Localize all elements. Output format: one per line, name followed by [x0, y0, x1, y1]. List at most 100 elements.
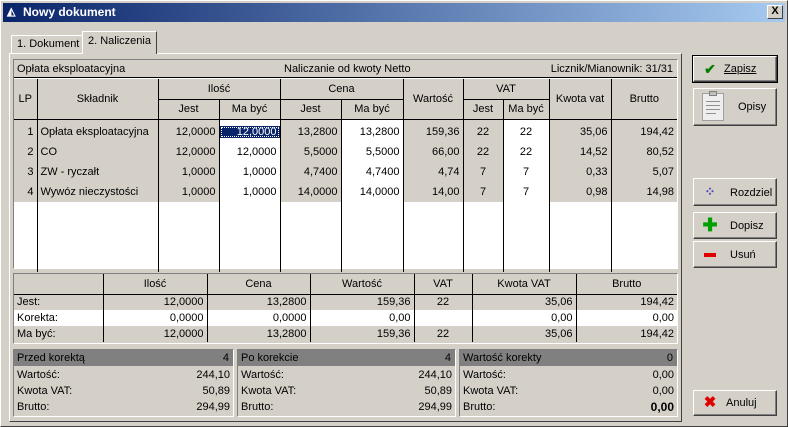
- panel-row-label: Brutto:: [241, 401, 274, 413]
- cell-ilosc-ma-byc[interactable]: 12,0000: [219, 142, 281, 162]
- panel-row: Kwota VAT: 50,89: [241, 383, 452, 400]
- col-skladnik[interactable]: Składnik: [37, 79, 159, 120]
- cell-cena-ma-byc[interactable]: 14,0000: [341, 182, 404, 202]
- cell-vat-jest: 22: [463, 122, 504, 142]
- col-kwota-vat[interactable]: Kwota vat: [549, 79, 612, 120]
- panel-row: Wartość: 244,10: [241, 367, 452, 384]
- panel-row-value: 0,00: [652, 385, 674, 397]
- panel-title: Po korekcie: [241, 352, 299, 364]
- panel-count: 0: [666, 352, 673, 364]
- cell-lp: 4: [14, 182, 38, 202]
- cell-ilosc-ma-byc[interactable]: 12,0000: [219, 122, 281, 142]
- cell-cena-ma-byc[interactable]: 5,5000: [341, 142, 404, 162]
- selected-cell-value[interactable]: 12,0000: [219, 126, 279, 138]
- summary-cell: 12,0000: [102, 294, 207, 310]
- tab-dokument[interactable]: 1. Dokument: [11, 35, 86, 54]
- panel-count: 4: [222, 352, 229, 364]
- cell-wartosc: 4,74: [403, 162, 464, 182]
- panel-count: 4: [444, 352, 451, 364]
- col-ilosc-ma-byc[interactable]: Ma być: [219, 99, 281, 120]
- cell-vat-ma-byc[interactable]: 22: [503, 142, 550, 162]
- table-row[interactable]: 3 ZW - ryczałt 1,0000 1,0000 4,7400 4,74…: [14, 162, 678, 182]
- summary-cell: 12,0000: [102, 326, 207, 342]
- col-vat-jest[interactable]: Jest: [463, 99, 504, 120]
- panel-row-label: Kwota VAT:: [241, 385, 297, 397]
- sum-col-ilosc: Ilość: [102, 274, 207, 294]
- cell-ilosc-ma-byc[interactable]: 1,0000: [219, 182, 281, 202]
- cell-wartosc: 159,36: [403, 122, 464, 142]
- delete-button[interactable]: Usuń: [693, 241, 777, 268]
- cell-vat-ma-byc[interactable]: 7: [503, 162, 550, 182]
- summary-row-label: Ma być:: [17, 328, 56, 340]
- cell-ilosc-jest: 1,0000: [158, 182, 220, 202]
- col-wartosc[interactable]: Wartość: [403, 79, 464, 120]
- cell-kwota-vat: 14,52: [549, 142, 612, 162]
- summary-cell: 0,0000: [206, 310, 310, 326]
- panel-row-label: Kwota VAT:: [463, 385, 519, 397]
- panel-row-value: 50,89: [202, 385, 230, 397]
- split-button[interactable]: ⁘ Rozdziel: [693, 178, 777, 206]
- descriptions-button-label: Opisy: [738, 101, 767, 113]
- cell-ilosc-jest: 12,0000: [158, 122, 220, 142]
- descriptions-button[interactable]: Opisy: [693, 88, 777, 126]
- panel-row-label: Brutto:: [463, 401, 496, 413]
- summary-row-korekta: Korekta: 0,0000 0,0000 0,00 0,00 0,00: [14, 310, 677, 326]
- panel-row-value: 244,10: [196, 369, 230, 381]
- col-ilosc[interactable]: Ilość: [158, 79, 281, 100]
- dialog-window: ◭ Nowy dokument X 1. Dokument 2. Nalicze…: [0, 0, 788, 427]
- cell-cena-jest: 5,5000: [280, 142, 342, 162]
- grid-caption: Opłata eksploatacyjna Naliczanie od kwot…: [14, 60, 677, 78]
- save-button-label: Zapisz: [724, 63, 757, 75]
- panel-przed-korekta: Przed korektą 4 Wartość: 244,10 Kwota VAT:…: [13, 349, 234, 417]
- sum-col-brutto: Brutto: [575, 274, 677, 294]
- col-lp[interactable]: LP: [14, 79, 38, 120]
- cell-lp: 2: [14, 142, 38, 162]
- cell-cena-ma-byc[interactable]: 13,2800: [341, 122, 404, 142]
- cell-brutto: 5,07: [611, 162, 678, 182]
- col-cena[interactable]: Cena: [280, 79, 404, 100]
- table-row[interactable]: 1 Opłata eksploatacyjna 12,0000 12,0000 …: [14, 122, 678, 142]
- tab-naliczenia[interactable]: 2. Naliczenia: [82, 31, 157, 54]
- window-title: Nowy dokument: [23, 5, 116, 19]
- col-ilosc-jest[interactable]: Jest: [158, 99, 220, 120]
- panel-header: Przed korektą 4: [14, 350, 233, 366]
- title-bar[interactable]: ◭ Nowy dokument: [3, 3, 785, 22]
- panel-row: Wartość: 0,00: [463, 367, 674, 384]
- panel-row-label: Brutto:: [17, 401, 50, 413]
- col-cena-jest[interactable]: Jest: [280, 99, 342, 120]
- cell-name: Opłata eksploatacyjna: [37, 122, 159, 142]
- grid-caption-right: Licznik/Mianownik: 31/31: [550, 63, 673, 75]
- summary-table: Ilość Cena Wartość VAT Kwota VAT Brutto …: [14, 274, 677, 342]
- cell-ilosc-ma-byc[interactable]: 1,0000: [219, 162, 281, 182]
- summary-row-label: Korekta:: [17, 312, 58, 324]
- table-row[interactable]: 2 CO 12,0000 12,0000 5,5000 5,5000 66,00…: [14, 142, 678, 162]
- summary-cell: 35,06: [471, 326, 576, 342]
- summary-grid: Ilość Cena Wartość VAT Kwota VAT Brutto …: [13, 273, 678, 344]
- cell-name: ZW - ryczałt: [37, 162, 159, 182]
- col-brutto[interactable]: Brutto: [611, 79, 678, 120]
- col-vat[interactable]: VAT: [463, 79, 550, 100]
- cell-cena-ma-byc[interactable]: 4,7400: [341, 162, 404, 182]
- close-button[interactable]: X: [767, 5, 783, 19]
- cell-brutto: 194,42: [611, 122, 678, 142]
- split-button-label: Rozdziel: [730, 187, 773, 199]
- cancel-button[interactable]: ✖ Anuluj: [693, 390, 777, 416]
- col-cena-ma-byc[interactable]: Ma być: [341, 99, 404, 120]
- cell-vat-jest: 7: [463, 162, 504, 182]
- app-icon: ◭: [7, 6, 16, 18]
- cell-vat-ma-byc[interactable]: 22: [503, 122, 550, 142]
- clipboard-icon: [702, 91, 724, 121]
- save-button[interactable]: ✔ Zapisz: [692, 55, 778, 83]
- add-button[interactable]: ✚ Dopisz: [693, 212, 777, 239]
- panel-title: Przed korektą: [17, 352, 85, 364]
- split-icon: ⁘: [704, 184, 716, 199]
- cell-name: Wywóz nieczystości: [37, 182, 159, 202]
- items-grid[interactable]: Opłata eksploatacyjna Naliczanie od kwot…: [13, 59, 678, 272]
- cell-lp: 1: [14, 122, 38, 142]
- add-button-label: Dopisz: [730, 220, 764, 232]
- cell-vat-ma-byc[interactable]: 7: [503, 182, 550, 202]
- table-row[interactable]: 4 Wywóz nieczystości 1,0000 1,0000 14,00…: [14, 182, 678, 202]
- col-vat-ma-byc[interactable]: Ma być: [503, 99, 550, 120]
- panel-row-value: 294,99: [418, 401, 452, 413]
- empty-area[interactable]: [14, 202, 677, 272]
